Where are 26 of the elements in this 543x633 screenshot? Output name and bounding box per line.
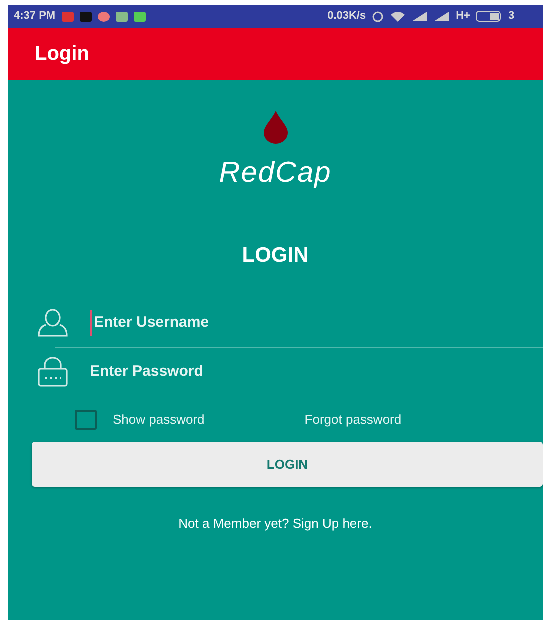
blood-drop-icon bbox=[262, 110, 288, 144]
notification-icon bbox=[134, 12, 146, 22]
battery-level: 3 bbox=[508, 9, 515, 24]
signal-icon bbox=[434, 11, 450, 22]
lock-icon bbox=[36, 356, 70, 388]
username-field[interactable]: Enter Username bbox=[90, 310, 543, 336]
battery-icon bbox=[476, 11, 502, 22]
login-button[interactable]: LOGIN bbox=[32, 442, 543, 487]
notification-icon bbox=[116, 12, 128, 22]
login-heading: LOGIN bbox=[242, 242, 309, 268]
forgot-password-link[interactable]: Forgot password bbox=[304, 410, 402, 430]
show-password-checkbox[interactable] bbox=[75, 410, 97, 430]
show-password-label: Show password bbox=[113, 411, 205, 430]
notification-icon bbox=[98, 12, 110, 22]
app-logo-text: RedCap bbox=[219, 156, 332, 191]
app-bar-title: Login bbox=[35, 42, 90, 67]
notification-icon bbox=[62, 12, 74, 22]
signup-link[interactable]: Not a Member yet? Sign Up here. bbox=[178, 516, 372, 531]
password-field[interactable]: Enter Password bbox=[90, 358, 543, 386]
network-type: H+ bbox=[456, 9, 470, 24]
user-icon bbox=[36, 308, 70, 338]
signal-icon bbox=[412, 11, 428, 22]
network-speed: 0.03K/s bbox=[328, 9, 366, 24]
wifi-icon bbox=[390, 10, 406, 22]
status-time: 4:37 PM bbox=[14, 9, 56, 24]
notification-icon bbox=[80, 12, 92, 22]
